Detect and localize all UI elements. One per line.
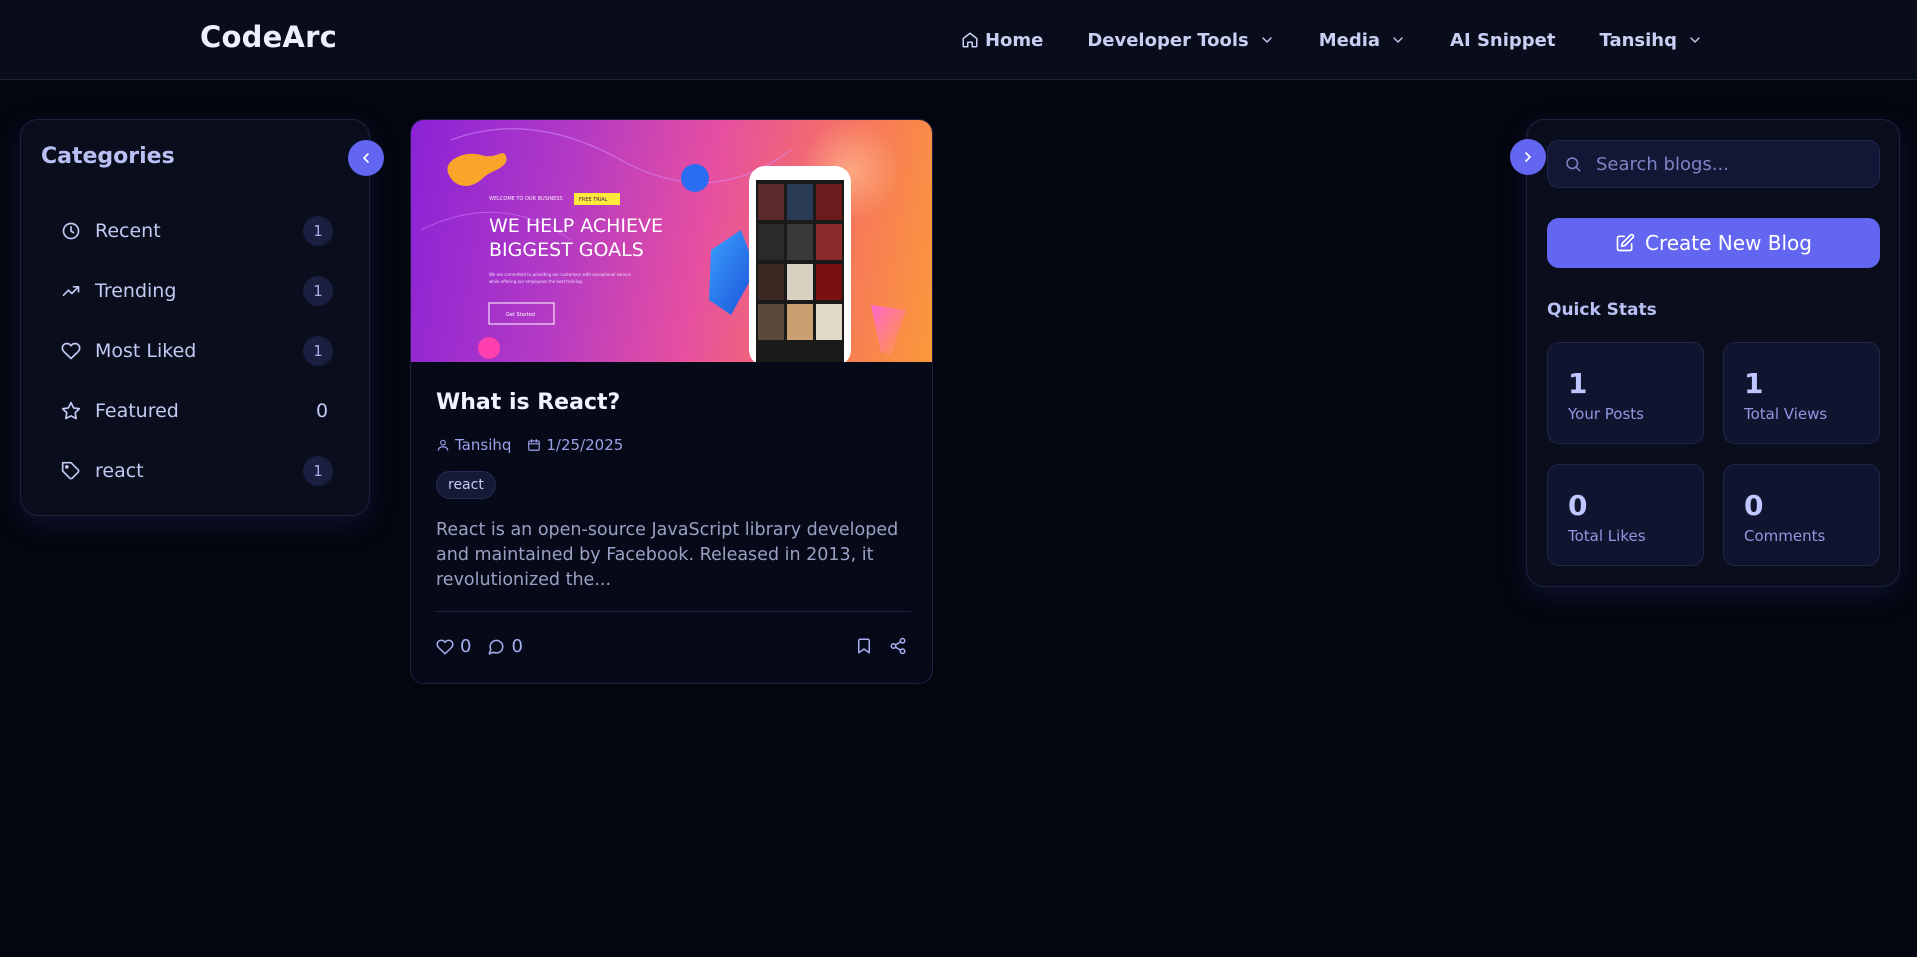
like-button[interactable]: 0 [436, 636, 471, 657]
nav-media[interactable]: Media [1319, 30, 1406, 51]
calendar-icon [528, 439, 541, 451]
stat-total-views: 1 Total Views [1723, 342, 1880, 444]
clock-icon [62, 222, 80, 240]
heart-icon [61, 342, 81, 360]
stat-value: 0 [1568, 489, 1588, 522]
post-date: 1/25/2025 [527, 436, 623, 454]
share-icon[interactable] [889, 637, 907, 655]
category-label: Trending [95, 280, 177, 302]
post-date-text: 1/25/2025 [546, 436, 624, 454]
chevron-down-icon [1393, 37, 1403, 43]
nav-user-menu[interactable]: Tansihq [1599, 30, 1703, 51]
category-react[interactable]: react 1 [41, 441, 351, 501]
blog-post-card[interactable]: WELCOME TO OUR BUSINESS FREE TRIAL WE HE… [410, 119, 933, 684]
stat-value: 0 [1744, 489, 1764, 522]
edit-icon [1616, 233, 1635, 252]
collapse-sidebar-button[interactable] [348, 140, 384, 176]
post-title[interactable]: What is React? [436, 390, 620, 415]
top-navbar: CodeArc Home Developer Tools Media AI Sn… [0, 0, 1917, 80]
comment-button[interactable]: 0 [487, 636, 523, 657]
nav-developer-tools[interactable]: Developer Tools [1087, 30, 1274, 51]
nav-user-label: Tansihq [1599, 29, 1677, 51]
nav-links: Home Developer Tools Media AI Snippet Ta… [961, 0, 1703, 80]
stat-label: Your Posts [1568, 405, 1644, 423]
cover-badge: FREE TRIAL [579, 197, 608, 203]
comment-count: 0 [511, 636, 523, 657]
category-label: Featured [95, 400, 179, 422]
create-new-blog-label: Create New Blog [1644, 231, 1812, 255]
nav-media-label: Media [1318, 29, 1381, 51]
nav-ai-snippet[interactable]: AI Snippet [1450, 30, 1555, 51]
category-count: 1 [303, 276, 333, 306]
chevron-left-icon [363, 153, 369, 163]
nav-developer-tools-label: Developer Tools [1087, 29, 1249, 51]
category-label: Recent [95, 220, 161, 242]
post-actions: 0 0 [436, 636, 523, 657]
user-icon [437, 439, 449, 451]
post-meta: Tansihq 1/25/2025 [436, 436, 623, 454]
cover-artwork: WELCOME TO OUR BUSINESS FREE TRIAL WE HE… [420, 120, 906, 362]
post-cover-image[interactable]: WELCOME TO OUR BUSINESS FREE TRIAL WE HE… [411, 120, 932, 362]
category-trending[interactable]: Trending 1 [41, 261, 351, 321]
category-most-liked[interactable]: Most Liked 1 [41, 321, 351, 381]
chevron-right-icon [1525, 152, 1531, 162]
category-count: 1 [303, 456, 333, 486]
stat-label: Comments [1744, 527, 1826, 545]
nav-home[interactable]: Home [961, 30, 1043, 51]
categories-panel: Categories Recent 1 Trending 1 Most Like… [20, 119, 370, 516]
search-input[interactable] [1596, 153, 1866, 175]
star-icon [61, 401, 81, 420]
tag-icon [61, 461, 80, 480]
comment-icon [488, 639, 504, 654]
category-featured[interactable]: Featured 0 [41, 381, 351, 441]
category-label: react [95, 460, 144, 482]
cover-subheading: WELCOME TO OUR BUSINESS [489, 196, 563, 202]
category-count: 1 [303, 216, 333, 246]
home-icon [962, 32, 978, 48]
search-icon [1566, 157, 1581, 172]
heart-icon [436, 638, 454, 654]
post-excerpt: React is an open-source JavaScript libra… [436, 520, 899, 590]
category-list: Recent 1 Trending 1 Most Liked 1 Feature… [41, 201, 351, 501]
post-author[interactable]: Tansihq [436, 436, 511, 454]
stat-label: Total Likes [1568, 527, 1646, 545]
cover-cta: Get Started [506, 312, 535, 318]
chevron-down-icon [1690, 37, 1700, 43]
stat-value: 1 [1568, 367, 1588, 400]
cover-headline-2: BIGGEST GOALS [489, 239, 644, 261]
expand-sidebar-button[interactable] [1510, 139, 1546, 175]
cover-body: We are committed to providing our custom… [489, 272, 632, 277]
categories-title: Categories [41, 144, 175, 169]
category-recent[interactable]: Recent 1 [41, 201, 351, 261]
stat-value: 1 [1744, 367, 1764, 400]
category-label: Most Liked [95, 340, 197, 362]
category-count: 1 [303, 336, 333, 366]
stat-comments: 0 Comments [1723, 464, 1880, 566]
nav-ai-snippet-label: AI Snippet [1450, 29, 1556, 51]
post-secondary-actions [855, 637, 907, 655]
right-sidebar-panel: Create New Blog Quick Stats 1 Your Posts… [1526, 119, 1900, 587]
stat-label: Total Views [1744, 405, 1828, 423]
search-box[interactable] [1547, 140, 1880, 188]
post-tag[interactable]: react [436, 471, 496, 499]
like-count: 0 [460, 636, 472, 657]
stat-your-posts: 1 Your Posts [1547, 342, 1704, 444]
site-logo[interactable]: CodeArc [200, 20, 337, 54]
quick-stats-title: Quick Stats [1547, 300, 1657, 320]
stat-total-likes: 0 Total Likes [1547, 464, 1704, 566]
card-divider [436, 611, 911, 612]
cover-body-2: while offering our employees the best tr… [489, 279, 583, 284]
create-new-blog-button[interactable]: Create New Blog [1547, 218, 1880, 268]
nav-home-label: Home [984, 29, 1044, 51]
bookmark-icon[interactable] [855, 637, 873, 655]
post-author-name: Tansihq [455, 436, 512, 454]
category-count: 0 [315, 400, 329, 422]
chevron-down-icon [1262, 37, 1272, 43]
trending-up-icon [62, 286, 80, 296]
cover-headline-1: WE HELP ACHIEVE [489, 215, 663, 237]
